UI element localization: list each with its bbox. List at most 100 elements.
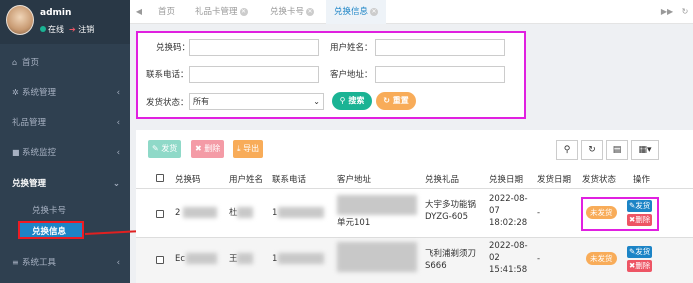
tab-exchange-card[interactable]: 兑换卡号 ✕ [270,0,315,24]
status-select-value: 所有 [193,97,209,106]
row-delete-label: 删除 [635,261,651,270]
bars-icon: ≡ [12,258,19,267]
user-status: 在线 ➔ 注销 [40,24,94,35]
tab-close-icon[interactable]: ✕ [239,7,248,16]
search-toggle-button[interactable]: ⚲ [556,140,578,160]
logout-icon: ➔ [69,25,76,34]
gear-icon: ✲ [12,88,19,97]
row-ship-button[interactable]: ✎发货 [627,200,653,212]
tab-close-icon[interactable]: ✕ [370,7,379,16]
logout-link[interactable]: ➔ 注销 [69,25,94,34]
delete-button[interactable]: ✖ 删除 [191,140,225,158]
code-label: 兑换码： [156,43,191,53]
redacted-phone [278,253,324,264]
search-icon: ⚲ [563,145,571,155]
row-date-line2: 02 [489,253,500,263]
refresh-button[interactable]: ↻ [581,140,603,160]
tab-close-icon[interactable]: ✕ [306,7,315,16]
status-select[interactable]: 所有 ⌄ [189,93,324,110]
redacted-address [337,242,417,272]
export-button-label: 导出 [243,144,260,153]
reset-button[interactable]: ↻ 重置 [376,92,416,110]
col-operation[interactable]: 操作 [633,173,650,185]
tab-home[interactable]: 首页 [158,0,175,24]
sidebar-subitem-card[interactable]: 兑换卡号 [32,202,92,220]
sidebar-item-label: 系统工具 [22,258,57,268]
ship-button[interactable]: ✎ 发货 [148,140,182,158]
phone-input[interactable] [189,66,319,83]
reset-button-label: 重置 [392,96,409,105]
row-ship-date: - [537,208,541,218]
row-ship-label: 发货 [635,247,651,256]
chevron-down-icon: ⌄ [313,97,320,106]
col-name[interactable]: 用户姓名 [229,173,263,185]
refresh-icon: ↻ [588,145,596,155]
status-badge: 未发货 [586,206,617,219]
columns-button[interactable]: ▦▾ [631,140,659,160]
download-icon: ⤓ [237,144,241,153]
chevron-left-icon: ‹ [116,148,120,158]
sidebar-item-exchange[interactable]: 兑换管理 ⌄ [0,173,130,195]
ship-button-label: 发货 [161,144,178,153]
sidebar-item-label: 系统管理 [22,88,57,98]
export-button[interactable]: ⤓ 导出 [233,140,264,158]
row-date-line3: 15:41:58 [489,265,528,275]
phone-label: 联系电话： [146,70,189,80]
row-gift-line2: DYZG-605 [425,212,468,222]
row-ship-label: 发货 [635,201,651,210]
edit-icon: ✎ [152,144,159,153]
toggle-view-button[interactable]: ▤ [606,140,628,160]
row-date-line3: 18:02:28 [489,218,528,228]
chevron-left-icon: ‹ [116,88,120,98]
refresh-icon: ↻ [383,96,390,105]
col-status[interactable]: 发货状态 [582,173,616,185]
user-name: admin [40,8,72,18]
sidebar-item-label: 系统监控 [22,148,57,158]
tab-scroll-left-icon[interactable]: ◀ [130,0,148,24]
row-delete-button[interactable]: ✖删除 [627,260,653,272]
address-input[interactable] [375,66,505,83]
tab-label: 首页 [158,7,176,17]
sidebar-item-system[interactable]: ✲ 系统管理 ‹ [0,82,130,104]
row-delete-label: 删除 [635,215,651,224]
col-gift[interactable]: 兑换礼品 [425,173,459,185]
row-delete-button[interactable]: ✖删除 [627,214,653,226]
col-code[interactable]: 兑换码 [175,173,201,185]
close-icon: ✖ [195,144,202,153]
header-divider [136,188,693,189]
search-button[interactable]: ⚲ 搜索 [332,92,372,110]
online-label: 在线 [48,25,64,34]
row-gift-line1: 大宇多功能锅 [425,200,477,210]
row-date-line1: 2022-08- [489,194,528,204]
search-icon: ⚲ [339,96,346,105]
search-panel: 兑换码： 用户姓名： 联系电话： 客户地址： 发货状态： 所有 ⌄ ⚲ 搜索 ↻ … [136,31,526,119]
row-ship-button[interactable]: ✎发货 [627,246,653,258]
row-address-line2: 单元101 [337,218,371,228]
col-date[interactable]: 兑换日期 [489,173,523,185]
sidebar-item-gift[interactable]: 礼品管理 ‹ [0,112,130,134]
col-ship-date[interactable]: 发货日期 [537,173,571,185]
sidebar-subitem-info[interactable]: 兑换信息 [18,221,84,239]
tab-label: 礼品卡管理 [195,7,238,17]
col-address[interactable]: 客户地址 [337,173,371,185]
select-all-checkbox[interactable] [156,174,164,182]
tab-scroll-right-icon[interactable]: ▶▶ [658,0,676,24]
sidebar-item-monitor[interactable]: ■ 系统监控 ‹ [0,142,130,164]
sidebar-item-home[interactable]: ⌂ 首页 [0,52,130,74]
refresh-icon[interactable]: ↻ [676,0,693,24]
sidebar-item-label: 礼品管理 [12,118,47,128]
col-phone[interactable]: 联系电话 [272,173,306,185]
tab-gift-card[interactable]: 礼品卡管理 ✕ [195,0,248,24]
row-date-line1: 2022-08- [489,241,528,251]
tab-exchange-info[interactable]: 兑换信息 ✕ [326,0,387,24]
redacted-code [186,253,217,264]
name-input[interactable] [375,39,505,56]
row-checkbox[interactable] [156,256,164,264]
code-input[interactable] [189,39,319,56]
row-checkbox[interactable] [156,210,164,218]
row-date-line2: 07 [489,206,500,216]
row-code: Ec [175,254,186,264]
online-dot-icon [40,26,46,32]
sidebar: admin 在线 ➔ 注销 ⌂ 首页 ✲ 系统管理 ‹ 礼品管理 ‹ ■ 系统监控 ‹ 兑换管… [0,0,130,283]
sidebar-item-tools[interactable]: ≡ 系统工具 ‹ [0,252,130,274]
